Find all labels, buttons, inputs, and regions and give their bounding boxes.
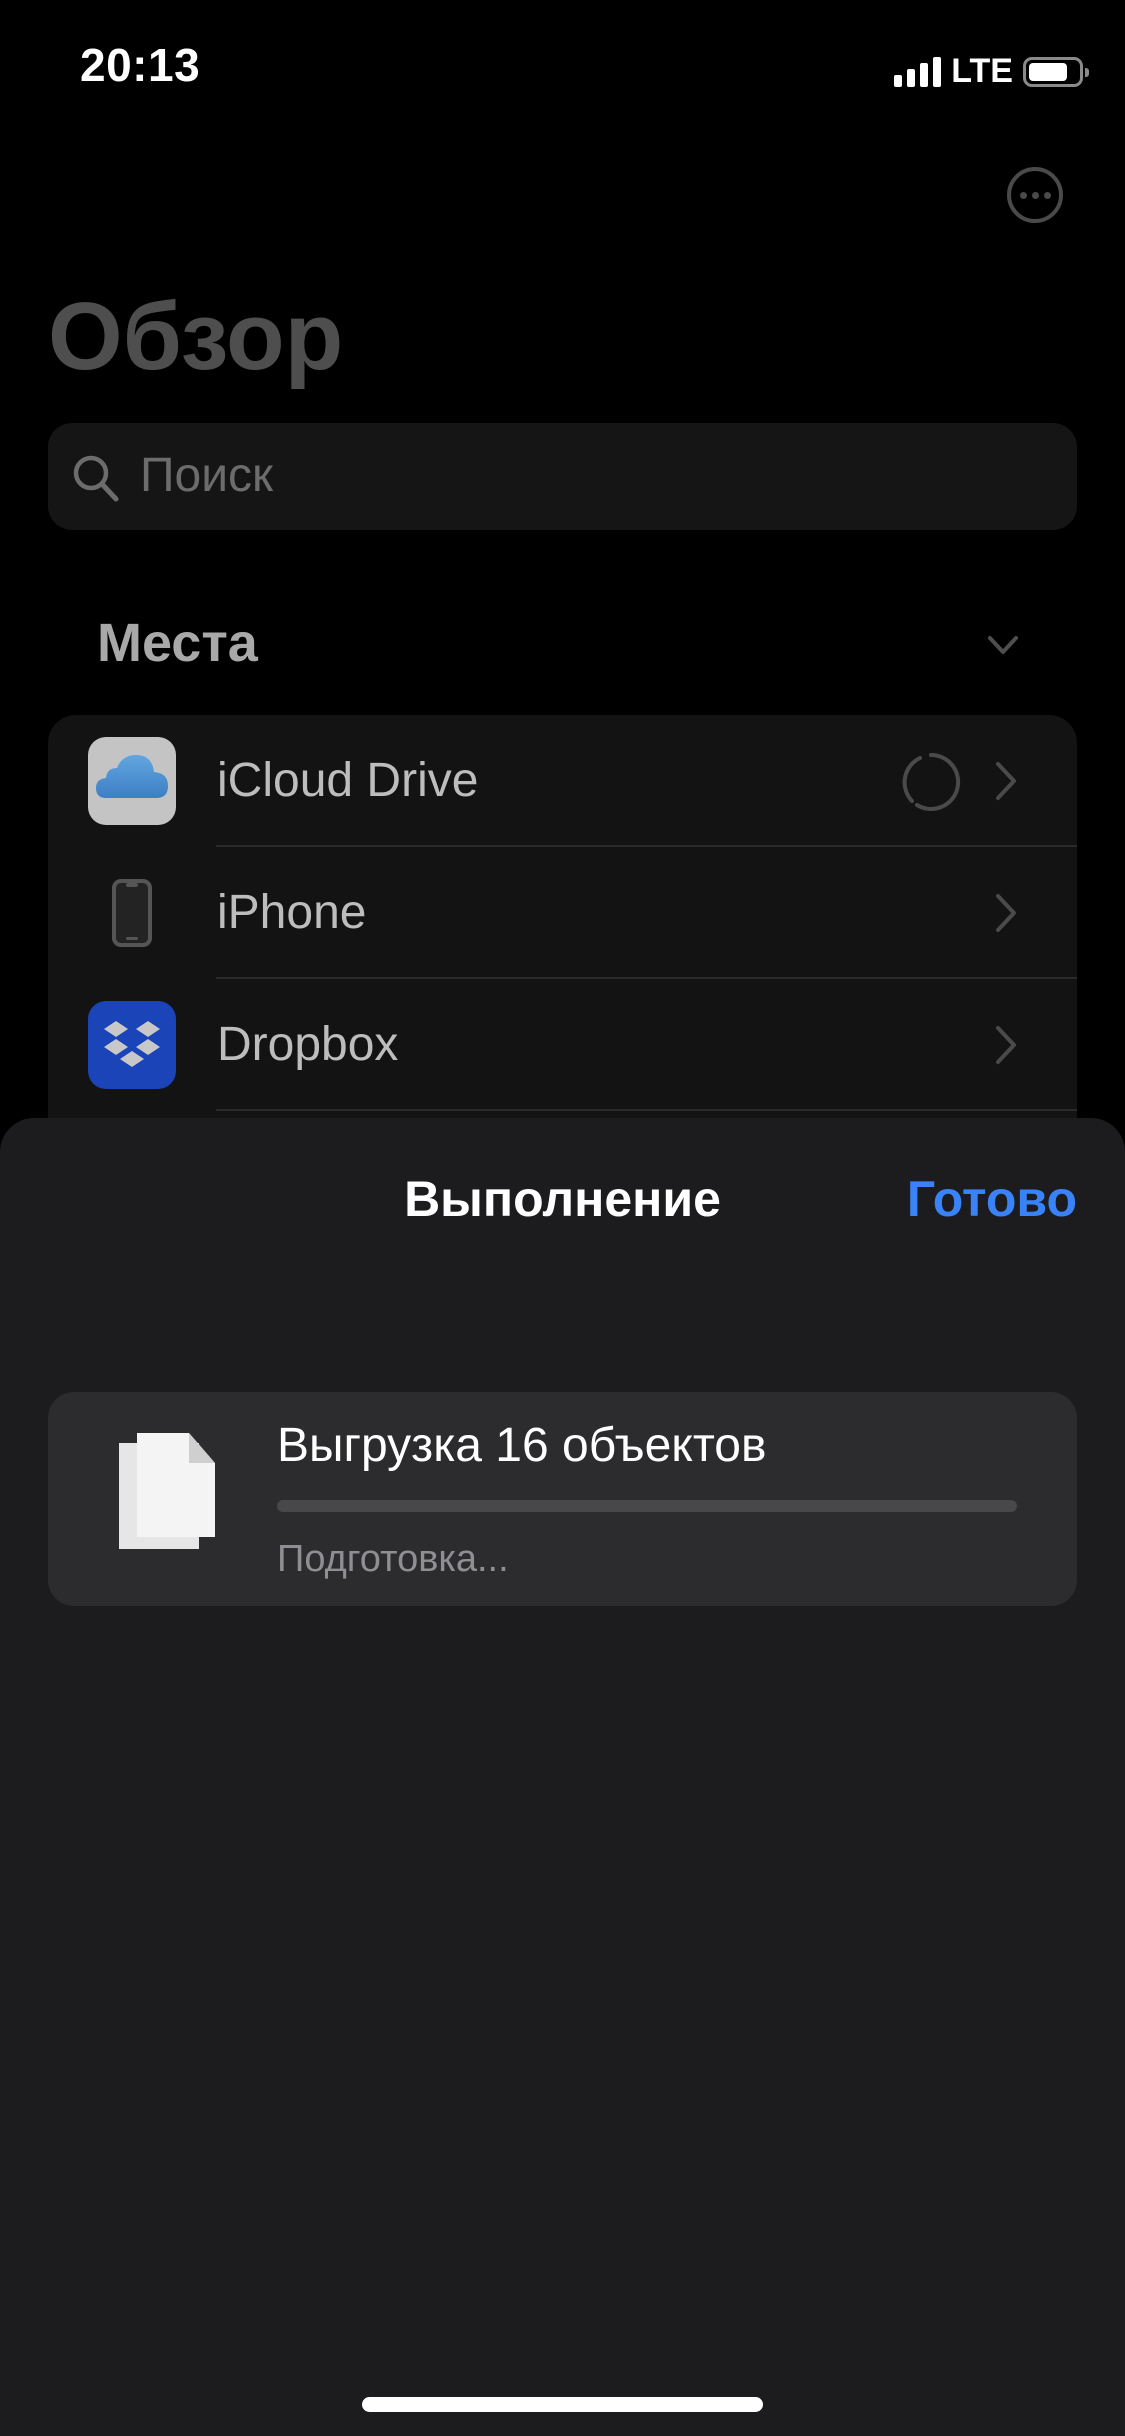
battery-icon — [1023, 56, 1089, 87]
location-label: Dropbox — [217, 1018, 399, 1071]
location-label: iCloud Drive — [217, 754, 479, 807]
chevron-right-icon — [996, 762, 1016, 800]
status-time: 20:13 — [80, 39, 201, 91]
location-label: iPhone — [217, 886, 367, 939]
page-title: Обзор — [48, 283, 344, 390]
progress-bar — [277, 1500, 1017, 1512]
progress-sheet — [0, 1118, 1125, 2436]
iphone-icon — [88, 869, 176, 957]
section-title-locations: Места — [97, 613, 258, 673]
location-item-icloud[interactable]: iCloud Drive — [48, 715, 1077, 847]
icloud-icon — [88, 737, 176, 825]
chevron-right-icon — [996, 1026, 1016, 1064]
locations-list: iCloud Drive iPhone Dropbox — [48, 715, 1077, 1135]
task-title: Выгрузка 16 объектов — [277, 1419, 767, 1472]
separator — [216, 1109, 1077, 1111]
more-options-button[interactable] — [1007, 167, 1063, 223]
loading-spinner-icon — [902, 752, 961, 811]
chevron-right-icon — [996, 894, 1016, 932]
task-status: Подготовка... — [277, 1538, 509, 1580]
home-indicator[interactable] — [362, 2397, 763, 2412]
ellipsis-icon — [1019, 191, 1027, 199]
chevron-down-icon[interactable] — [986, 628, 1020, 662]
search-icon — [73, 455, 119, 502]
location-item-iphone[interactable]: iPhone — [48, 847, 1077, 979]
network-type: LTE — [951, 52, 1013, 90]
done-button[interactable]: Готово — [907, 1170, 1077, 1228]
location-item-dropbox[interactable]: Dropbox — [48, 979, 1077, 1111]
dropbox-icon — [88, 1001, 176, 1089]
search-placeholder: Поиск — [140, 449, 274, 502]
documents-icon — [119, 1433, 215, 1549]
status-indicators: LTE — [894, 52, 1089, 91]
signal-icon — [894, 56, 942, 87]
